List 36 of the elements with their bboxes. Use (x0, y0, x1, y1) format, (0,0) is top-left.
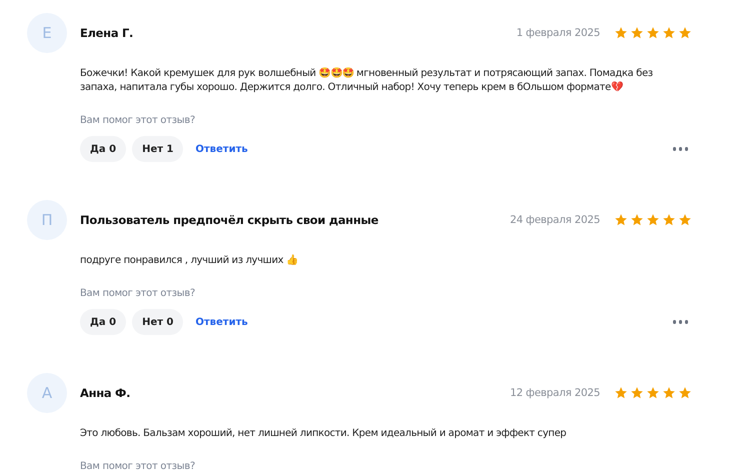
helpful-question: Вам помог этот отзыв? (80, 115, 196, 126)
star-icon (614, 213, 628, 227)
star-icon (630, 386, 644, 400)
review-text: Божечки! Какой кремушек для рук волшебный 🤩🤩🤩 мгновенный результат и потрясающий запах. Помадка без запаха, напитала губы хорошо. Держится долго. Отличный набор! Хочу теперь крем в бОльшом формате💔 (80, 67, 654, 95)
star-icon (646, 213, 660, 227)
author-name: Елена Г. (80, 26, 134, 40)
author-name: Пользователь предпочёл скрыть свои данные (80, 213, 380, 227)
star-icon (662, 213, 676, 227)
review-text: Это любовь. Бальзам хороший, нет лишней липкости. Крем идеальный и аромат и эффект супер (80, 427, 568, 441)
avatar: Е (27, 13, 67, 53)
star-icon (678, 26, 692, 40)
star-icon (630, 26, 644, 40)
review-date: 24 февраля 2025 (510, 214, 600, 226)
no-button[interactable]: Нет 0 (132, 309, 184, 335)
no-button[interactable]: Нет 1 (132, 136, 184, 162)
star-icon (678, 386, 692, 400)
star-icon (662, 26, 676, 40)
yes-button[interactable]: Да 0 (80, 136, 126, 162)
helpful-question: Вам помог этот отзыв? (80, 288, 196, 299)
avatar: П (27, 200, 67, 240)
review-text: подруге понравился , лучший из лучших 👍 (80, 254, 299, 268)
star-icon (646, 26, 660, 40)
star-icon (630, 213, 644, 227)
star-icon (614, 26, 628, 40)
star-icon (646, 386, 660, 400)
reply-link[interactable]: Ответить (189, 316, 254, 328)
star-icon (614, 386, 628, 400)
helpful-question: Вам помог этот отзыв? (80, 461, 196, 472)
author-name: Анна Ф. (80, 386, 132, 400)
star-icon (662, 386, 676, 400)
review-date: 12 февраля 2025 (510, 387, 600, 399)
reply-link[interactable]: Ответить (189, 144, 254, 154)
yes-button[interactable]: Да 0 (80, 309, 126, 335)
review-date: 1 февраля 2025 (516, 27, 600, 39)
avatar: А (27, 373, 67, 413)
star-icon (678, 213, 692, 227)
